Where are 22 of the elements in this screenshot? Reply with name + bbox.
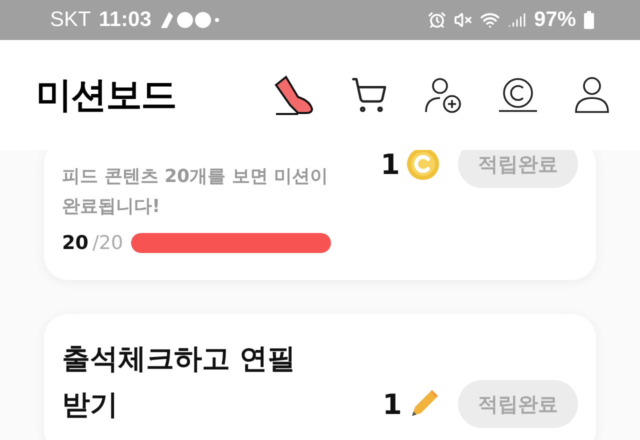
carrier: SKT — [50, 8, 91, 32]
reward-count: 1 — [382, 388, 402, 420]
progress-count: 20 — [62, 232, 88, 254]
battery-level: 97% — [534, 8, 576, 32]
page-title: 미션보드 — [36, 74, 177, 118]
alarm-icon — [428, 11, 446, 29]
mute-icon — [454, 11, 472, 29]
mission-description: 피드 콘텐츠 20개를 보면 미션이 완료됩니다! — [62, 165, 330, 219]
claim-button[interactable]: 적립완료 — [458, 150, 578, 188]
reward-count: 1 — [380, 150, 400, 180]
battery-icon — [584, 11, 594, 29]
mission-title: 출석체크하고 연필 받기 — [62, 341, 297, 423]
wifi-icon — [480, 10, 500, 30]
sneaker-icon[interactable] — [274, 75, 314, 115]
profile-icon[interactable] — [574, 76, 610, 114]
progress-total: /20 — [92, 232, 124, 254]
coin-icon[interactable] — [498, 77, 538, 113]
claim-button[interactable]: 적립완료 — [458, 380, 578, 428]
add-friend-icon[interactable] — [424, 76, 462, 114]
cart-icon[interactable] — [350, 76, 388, 114]
signal-icon — [508, 11, 526, 29]
clock: 11:03 — [98, 8, 152, 32]
